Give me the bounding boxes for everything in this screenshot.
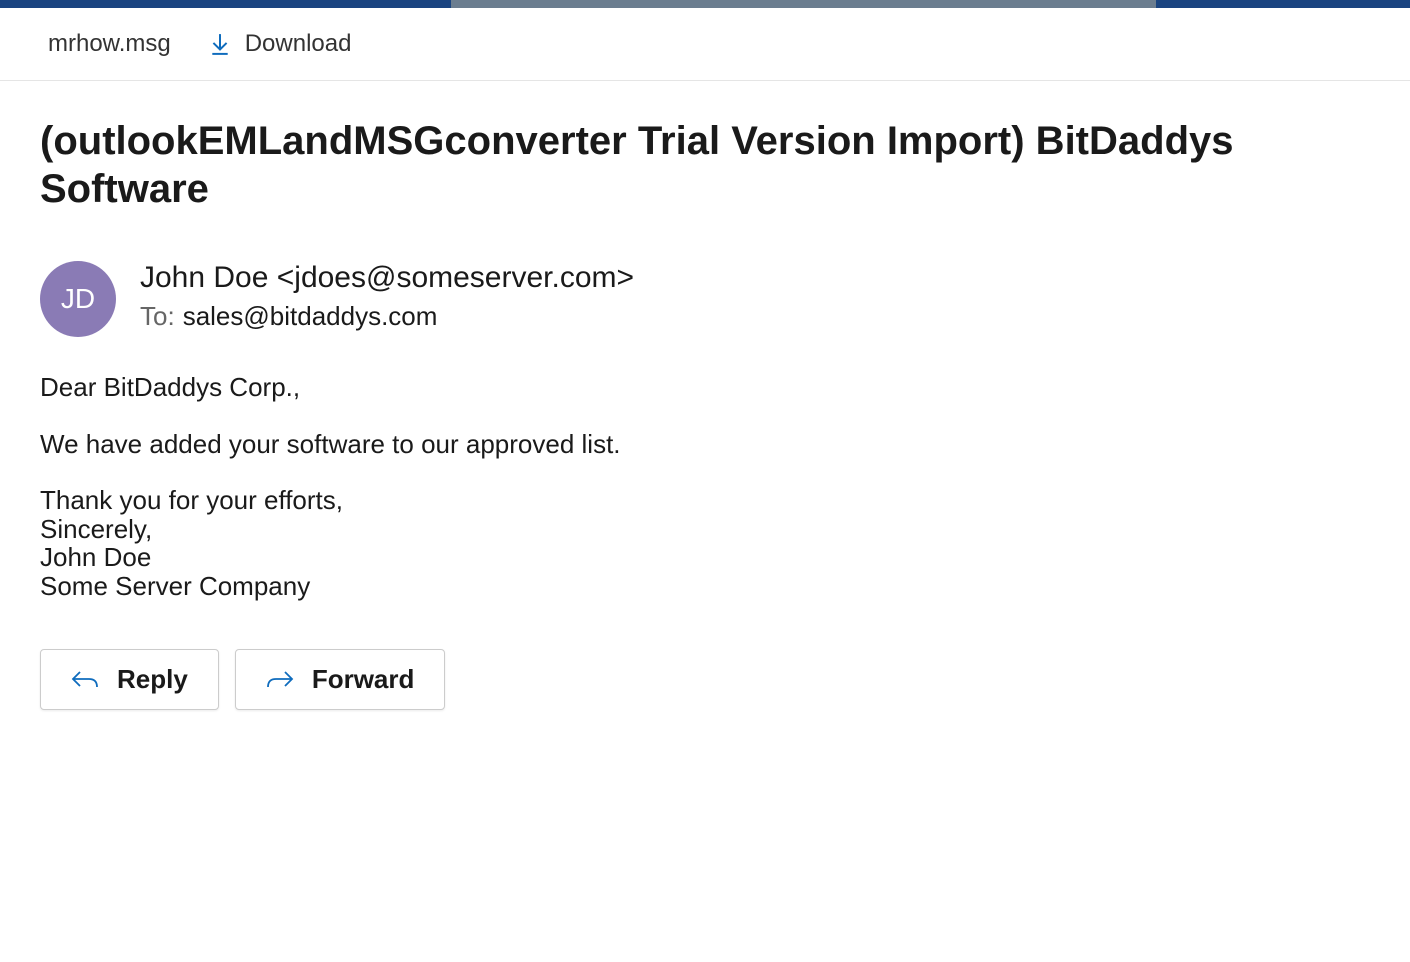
recipient-line: To: sales@bitdaddys.com bbox=[140, 301, 634, 332]
window-top-bar bbox=[0, 0, 1410, 8]
download-label: Download bbox=[245, 30, 352, 58]
avatar: JD bbox=[40, 261, 116, 337]
download-button[interactable]: Download bbox=[211, 30, 352, 58]
message-subject: (outlookEMLandMSGconverter Trial Version… bbox=[40, 117, 1370, 213]
body-spacer bbox=[40, 402, 1370, 430]
message-content: (outlookEMLandMSGconverter Trial Version… bbox=[0, 81, 1410, 746]
body-spacer bbox=[40, 458, 1370, 486]
action-bar: Reply Forward bbox=[40, 649, 1370, 710]
body-line: Thank you for your efforts, bbox=[40, 486, 1370, 515]
reply-button[interactable]: Reply bbox=[40, 649, 219, 710]
reply-label: Reply bbox=[117, 664, 188, 695]
body-line: Dear BitDaddys Corp., bbox=[40, 373, 1370, 402]
to-value: sales@bitdaddys.com bbox=[183, 301, 438, 331]
to-label: To: bbox=[140, 301, 175, 331]
file-header: mrhow.msg Download bbox=[0, 8, 1410, 81]
sender-info: John Doe <jdoes@someserver.com> To: sales… bbox=[140, 261, 634, 332]
sender-display: John Doe <jdoes@someserver.com> bbox=[140, 261, 634, 295]
body-line: Sincerely, bbox=[40, 515, 1370, 544]
forward-icon bbox=[266, 669, 294, 689]
body-line: We have added your software to our appro… bbox=[40, 430, 1370, 459]
filename-label: mrhow.msg bbox=[48, 30, 171, 58]
reply-icon bbox=[71, 669, 99, 689]
body-line: John Doe bbox=[40, 543, 1370, 572]
download-icon bbox=[211, 33, 229, 55]
message-body: Dear BitDaddys Corp., We have added your … bbox=[40, 373, 1370, 601]
body-line: Some Server Company bbox=[40, 572, 1370, 601]
forward-label: Forward bbox=[312, 664, 415, 695]
forward-button[interactable]: Forward bbox=[235, 649, 446, 710]
sender-row: JD John Doe <jdoes@someserver.com> To: sa… bbox=[40, 261, 1370, 337]
